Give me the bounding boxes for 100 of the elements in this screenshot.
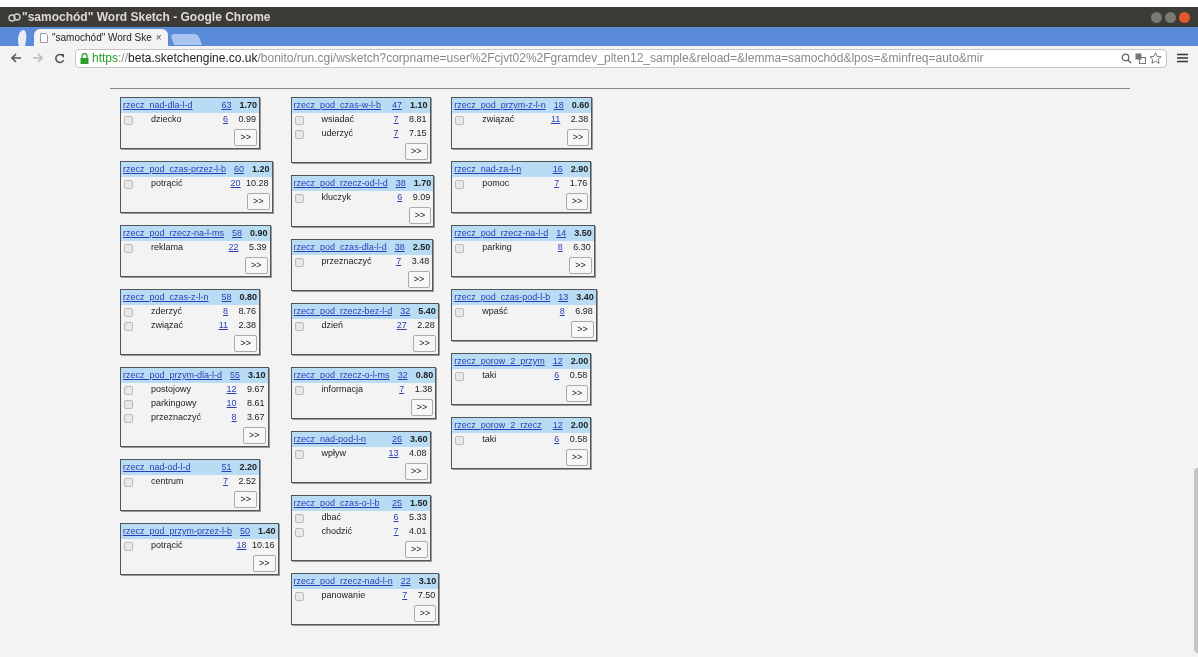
count-link[interactable]: 6 bbox=[554, 369, 560, 383]
checkbox[interactable] bbox=[455, 307, 465, 317]
checkbox[interactable] bbox=[124, 243, 133, 253]
count-link[interactable]: 7 bbox=[393, 525, 399, 539]
checkbox[interactable] bbox=[294, 513, 304, 523]
relation-link[interactable]: rzecz_pod_czas-dla-l-d bbox=[293, 240, 387, 255]
frequency-link[interactable]: 63 bbox=[221, 98, 232, 113]
relation-link[interactable]: rzecz_pod_przym-przez-l-b bbox=[123, 524, 233, 539]
relation-link[interactable]: rzecz_pod_rzecz-nad-l-n bbox=[293, 574, 393, 589]
count-link[interactable]: 11 bbox=[550, 113, 561, 127]
more-button[interactable]: >> bbox=[565, 385, 589, 402]
count-link[interactable]: 11 bbox=[218, 319, 228, 333]
maximize-button[interactable] bbox=[1165, 11, 1176, 23]
more-button[interactable]: >> bbox=[408, 207, 432, 224]
relation-link[interactable]: rzecz_nad-od-l-d bbox=[123, 460, 191, 475]
relation-link[interactable]: rzecz_nad-dla-l-d bbox=[123, 98, 193, 113]
frequency-link[interactable]: 26 bbox=[392, 432, 403, 447]
translate-icon[interactable] bbox=[1135, 52, 1146, 64]
count-link[interactable]: 8 bbox=[557, 241, 563, 255]
relation-link[interactable]: rzecz_pod_czas-w-l-b bbox=[293, 98, 382, 113]
tab-close-button[interactable]: × bbox=[155, 30, 162, 45]
count-link[interactable]: 13 bbox=[388, 447, 399, 461]
count-link[interactable]: 22 bbox=[228, 241, 239, 255]
frequency-link[interactable]: 32 bbox=[400, 304, 411, 319]
relation-link[interactable]: rzecz_pod_rzecz-o-l-ms bbox=[293, 368, 390, 383]
close-button[interactable] bbox=[1179, 11, 1190, 23]
more-button[interactable]: >> bbox=[565, 193, 589, 210]
checkbox[interactable] bbox=[294, 193, 304, 203]
frequency-link[interactable]: 12 bbox=[552, 418, 563, 433]
relation-link[interactable]: rzecz_pod_czas-z-l-n bbox=[123, 290, 209, 305]
checkbox[interactable] bbox=[124, 321, 133, 331]
checkbox[interactable] bbox=[455, 371, 465, 381]
relation-link[interactable]: rzecz_pod_rzecz-na-l-ms bbox=[123, 226, 225, 241]
relation-link[interactable]: rzecz_porow_2_przym bbox=[454, 354, 545, 369]
checkbox[interactable] bbox=[294, 321, 304, 331]
count-link[interactable]: 7 bbox=[393, 127, 399, 141]
count-link[interactable]: 7 bbox=[396, 255, 402, 269]
relation-link[interactable]: rzecz_nad-za-l-n bbox=[454, 162, 522, 177]
frequency-link[interactable]: 32 bbox=[397, 368, 408, 383]
frequency-link[interactable]: 60 bbox=[234, 162, 245, 177]
frequency-link[interactable]: 18 bbox=[553, 98, 564, 113]
checkbox[interactable] bbox=[124, 385, 133, 395]
frequency-link[interactable]: 55 bbox=[230, 368, 241, 383]
count-link[interactable]: 7 bbox=[402, 589, 408, 603]
relation-link[interactable]: rzecz_nad-pod-l-n bbox=[293, 432, 367, 447]
more-button[interactable]: >> bbox=[413, 335, 436, 352]
relation-link[interactable]: rzecz_pod_rzecz-bez-l-d bbox=[293, 304, 393, 319]
checkbox[interactable] bbox=[455, 435, 465, 445]
forward-icon[interactable] bbox=[32, 53, 44, 63]
checkbox[interactable] bbox=[124, 115, 133, 125]
count-link[interactable]: 12 bbox=[226, 383, 237, 397]
count-link[interactable]: 8 bbox=[231, 411, 237, 425]
frequency-link[interactable]: 50 bbox=[240, 524, 251, 539]
star-icon[interactable] bbox=[1149, 52, 1162, 64]
checkbox[interactable] bbox=[124, 307, 133, 317]
more-button[interactable]: >> bbox=[245, 257, 268, 274]
checkbox[interactable] bbox=[124, 413, 133, 423]
checkbox[interactable] bbox=[294, 385, 304, 395]
frequency-link[interactable]: 13 bbox=[558, 290, 569, 305]
relation-link[interactable]: rzecz_pod_przym-z-l-n bbox=[454, 98, 546, 113]
relation-link[interactable]: rzecz_pod_czas-przez-l-b bbox=[123, 162, 227, 177]
more-button[interactable]: >> bbox=[234, 335, 257, 352]
frequency-link[interactable]: 58 bbox=[221, 290, 232, 305]
relation-link[interactable]: rzecz_pod_rzecz-na-l-d bbox=[454, 226, 549, 241]
browser-tab[interactable]: "samochód" Word Ske × bbox=[34, 29, 168, 46]
count-link[interactable]: 8 bbox=[223, 305, 228, 319]
count-link[interactable]: 8 bbox=[559, 305, 565, 319]
count-link[interactable]: 18 bbox=[236, 539, 247, 553]
frequency-link[interactable]: 38 bbox=[395, 176, 406, 191]
more-button[interactable]: >> bbox=[571, 321, 594, 338]
more-button[interactable]: >> bbox=[407, 271, 431, 288]
count-link[interactable]: 7 bbox=[393, 113, 399, 127]
checkbox[interactable] bbox=[294, 591, 304, 601]
frequency-link[interactable]: 12 bbox=[552, 354, 563, 369]
menu-icon[interactable] bbox=[1177, 53, 1188, 63]
count-link[interactable]: 6 bbox=[397, 191, 403, 205]
count-link[interactable]: 7 bbox=[223, 475, 228, 489]
checkbox[interactable] bbox=[294, 449, 304, 459]
more-button[interactable]: >> bbox=[253, 555, 276, 572]
more-button[interactable]: >> bbox=[565, 449, 589, 466]
checkbox[interactable] bbox=[294, 527, 304, 537]
relation-link[interactable]: rzecz_pod_czas-o-l-b bbox=[293, 496, 380, 511]
more-button[interactable]: >> bbox=[569, 257, 592, 274]
more-button[interactable]: >> bbox=[405, 463, 428, 480]
checkbox[interactable] bbox=[294, 129, 304, 139]
count-link[interactable]: 10 bbox=[226, 397, 237, 411]
relation-link[interactable]: rzecz_pod_rzecz-od-l-d bbox=[293, 176, 388, 191]
more-button[interactable]: >> bbox=[234, 129, 257, 146]
count-link[interactable]: 27 bbox=[396, 319, 407, 333]
checkbox[interactable] bbox=[455, 179, 465, 189]
more-button[interactable]: >> bbox=[413, 605, 437, 622]
count-link[interactable]: 6 bbox=[393, 511, 399, 525]
relation-link[interactable]: rzecz_porow_2_rzecz bbox=[454, 418, 542, 433]
new-tab-button[interactable] bbox=[169, 34, 202, 45]
more-button[interactable]: >> bbox=[405, 143, 428, 160]
checkbox[interactable] bbox=[124, 179, 133, 189]
checkbox[interactable] bbox=[455, 115, 465, 125]
more-button[interactable]: >> bbox=[234, 491, 257, 508]
frequency-link[interactable]: 38 bbox=[394, 240, 405, 255]
frequency-link[interactable]: 25 bbox=[392, 496, 403, 511]
